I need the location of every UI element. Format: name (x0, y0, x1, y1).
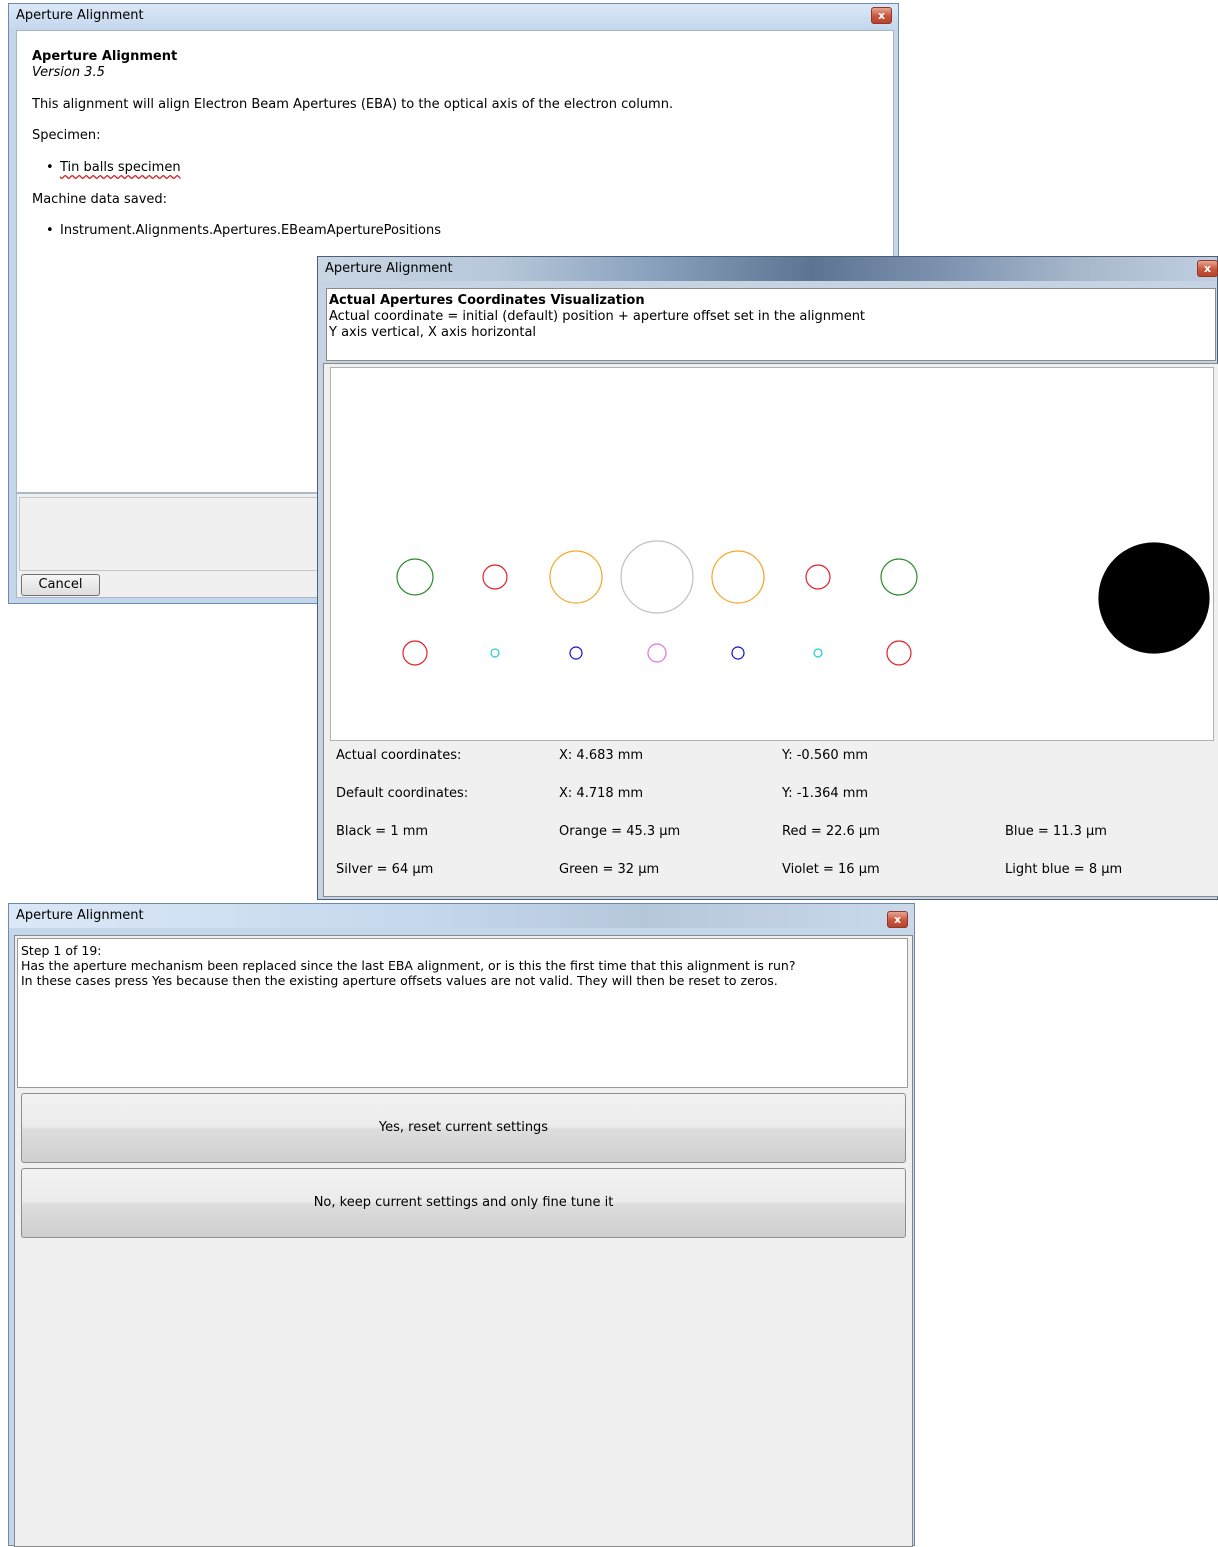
intro-heading: Aperture Alignment (32, 49, 178, 64)
specimen-item: Tin balls specimen (46, 160, 181, 175)
aperture-light-blue-bottom-2 (490, 648, 500, 658)
yes-reset-button[interactable]: Yes, reset current settings (21, 1093, 906, 1163)
specimen-label: Specimen: (32, 128, 101, 143)
close-icon[interactable]: x (887, 911, 908, 928)
legend-green: Green = 32 µm (559, 862, 660, 877)
step-message: Step 1 of 19: Has the aperture mechanism… (17, 938, 908, 1088)
close-icon[interactable]: x (871, 7, 892, 24)
aperture-green-top-1 (396, 558, 434, 596)
legend-violet: Violet = 16 µm (782, 862, 880, 877)
aperture-red-top-6 (805, 564, 831, 590)
aperture-blue-bottom-5 (731, 646, 745, 660)
aperture-red-bottom-1 (402, 640, 428, 666)
aperture-red-top-2 (482, 564, 508, 590)
no-keep-button[interactable]: No, keep current settings and only fine … (21, 1168, 906, 1238)
step-dialog-titlebar[interactable]: Aperture Alignment x (9, 904, 914, 928)
visualization-dialog-titlebar[interactable]: Aperture Alignment x (318, 257, 1218, 281)
specimen-item-text: Tin balls specimen (60, 160, 181, 175)
aperture-light-blue-bottom-6 (813, 648, 823, 658)
actual-x-value: X: 4.683 mm (559, 748, 644, 763)
step-dialog-title: Aperture Alignment (16, 908, 144, 923)
aperture-silver-top-4 (620, 540, 694, 614)
aperture-orange-top-5 (711, 550, 765, 604)
aperture-blue-bottom-3 (569, 646, 583, 660)
cancel-button[interactable]: Cancel (21, 574, 100, 596)
close-icon[interactable]: x (1197, 260, 1218, 277)
legend-blue: Blue = 11.3 µm (1005, 824, 1107, 839)
aperture-violet-bottom-4 (647, 643, 667, 663)
visualization-header: Actual Apertures Coordinates Visualizati… (326, 288, 1216, 361)
intro-description: This alignment will align Electron Beam … (32, 97, 674, 112)
default-y-value: Y: -1.364 mm (782, 786, 869, 801)
actual-y-value: Y: -0.560 mm (782, 748, 869, 763)
visualization-body: Actual coordinates: X: 4.683 mm Y: -0.56… (323, 363, 1218, 897)
legend-red: Red = 22.6 µm (782, 824, 880, 839)
aperture-red-bottom-7 (886, 640, 912, 666)
visualization-dialog-title: Aperture Alignment (325, 261, 453, 276)
visualization-formula: Actual coordinate = initial (default) po… (329, 309, 866, 324)
aperture-canvas (330, 367, 1214, 741)
aperture-orange-top-3 (549, 550, 603, 604)
legend-black: Black = 1 mm (336, 824, 429, 839)
legend-silver: Silver = 64 µm (336, 862, 434, 877)
legend-orange: Orange = 45.3 µm (559, 824, 681, 839)
visualization-title: Actual Apertures Coordinates Visualizati… (329, 293, 645, 308)
step-panel: Step 1 of 19: Has the aperture mechanism… (14, 935, 913, 1547)
aperture-plot (396, 540, 1210, 666)
aperture-green-top-7 (880, 558, 918, 596)
legend-light-blue: Light blue = 8 µm (1005, 862, 1123, 877)
default-x-value: X: 4.718 mm (559, 786, 644, 801)
default-coordinates-label: Default coordinates: (336, 786, 469, 801)
machine-data-item: Instrument.Alignments.Apertures.EBeamApe… (46, 223, 441, 238)
intro-dialog-title: Aperture Alignment (16, 8, 144, 23)
visualization-axes-note: Y axis vertical, X axis horizontal (329, 325, 537, 340)
actual-coordinates-label: Actual coordinates: (336, 748, 462, 763)
version-text: Version 3.5 (32, 65, 105, 80)
intro-dialog-titlebar[interactable]: Aperture Alignment x (9, 4, 898, 28)
machine-data-label: Machine data saved: (32, 192, 168, 207)
step-dialog: Aperture Alignment x Step 1 of 19: Has t… (8, 903, 915, 1547)
aperture-black (1098, 542, 1210, 654)
visualization-dialog: Aperture Alignment x Actual Apertures Co… (317, 256, 1218, 900)
